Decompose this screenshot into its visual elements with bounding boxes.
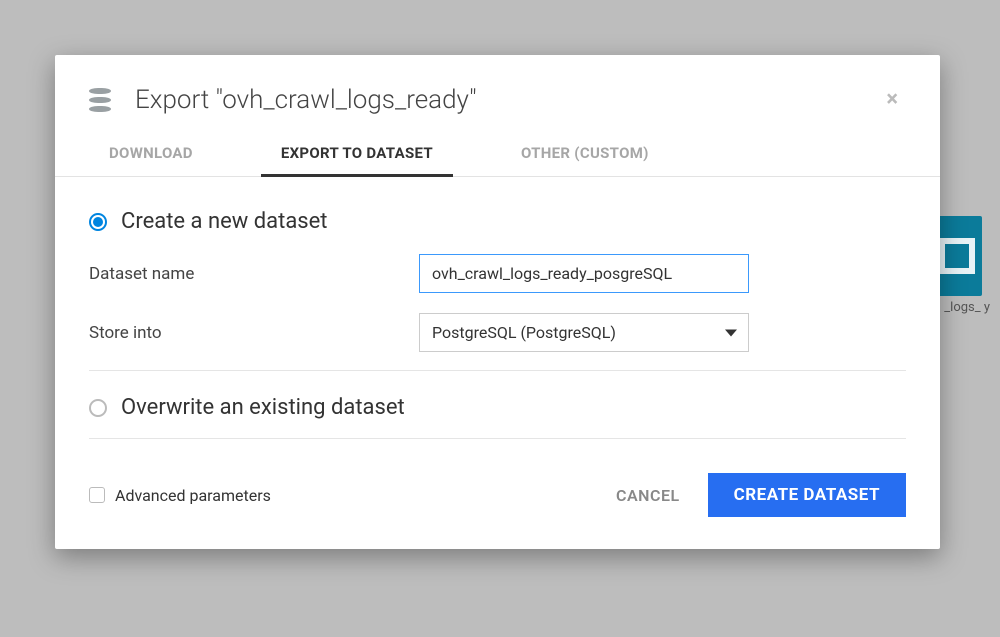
footer-actions: CANCEL CREATE DATASET	[610, 473, 906, 517]
radio-create-label: Create a new dataset	[121, 209, 328, 234]
dialog-header: Export "ovh_crawl_logs_ready" ×	[55, 55, 940, 134]
dialog-footer: Advanced parameters CANCEL CREATE DATASE…	[55, 445, 940, 549]
cancel-button[interactable]: CANCEL	[610, 476, 686, 515]
bg-dataset-label: _logs_ y	[944, 300, 990, 316]
select-store-into[interactable]: PostgreSQL (PostgreSQL)	[419, 313, 749, 352]
radio-overwrite-label: Overwrite an existing dataset	[121, 395, 405, 420]
dialog-content: Create a new dataset Dataset name Store …	[55, 177, 940, 445]
tab-export-to-dataset[interactable]: EXPORT TO DATASET	[237, 134, 477, 176]
label-store-into: Store into	[89, 323, 419, 343]
row-dataset-name: Dataset name	[89, 244, 906, 303]
dataset-stack-icon	[942, 241, 972, 271]
row-store-into: Store into PostgreSQL (PostgreSQL)	[89, 303, 906, 362]
tab-download[interactable]: DOWNLOAD	[65, 134, 237, 176]
dialog-title: Export "ovh_crawl_logs_ready"	[135, 85, 878, 115]
label-dataset-name: Dataset name	[89, 264, 419, 284]
option-create-dataset: Create a new dataset Dataset name Store …	[89, 205, 906, 371]
database-icon	[89, 88, 111, 112]
radio-overwrite[interactable]	[89, 399, 107, 417]
checkbox-advanced[interactable]	[89, 487, 105, 503]
checkbox-advanced-label: Advanced parameters	[115, 486, 610, 505]
tab-other-custom[interactable]: OTHER (CUSTOM)	[477, 134, 693, 176]
select-store-into-wrap: PostgreSQL (PostgreSQL)	[419, 313, 749, 352]
radio-row-overwrite[interactable]: Overwrite an existing dataset	[89, 391, 906, 424]
option-overwrite-dataset: Overwrite an existing dataset	[89, 381, 906, 439]
radio-row-create[interactable]: Create a new dataset	[89, 205, 906, 244]
tabs-bar: DOWNLOAD EXPORT TO DATASET OTHER (CUSTOM…	[55, 134, 940, 177]
export-dialog: Export "ovh_crawl_logs_ready" × DOWNLOAD…	[55, 55, 940, 549]
radio-create[interactable]	[89, 213, 107, 231]
create-dataset-button[interactable]: CREATE DATASET	[708, 473, 906, 517]
close-icon[interactable]: ×	[878, 83, 906, 116]
input-dataset-name[interactable]	[419, 254, 749, 293]
